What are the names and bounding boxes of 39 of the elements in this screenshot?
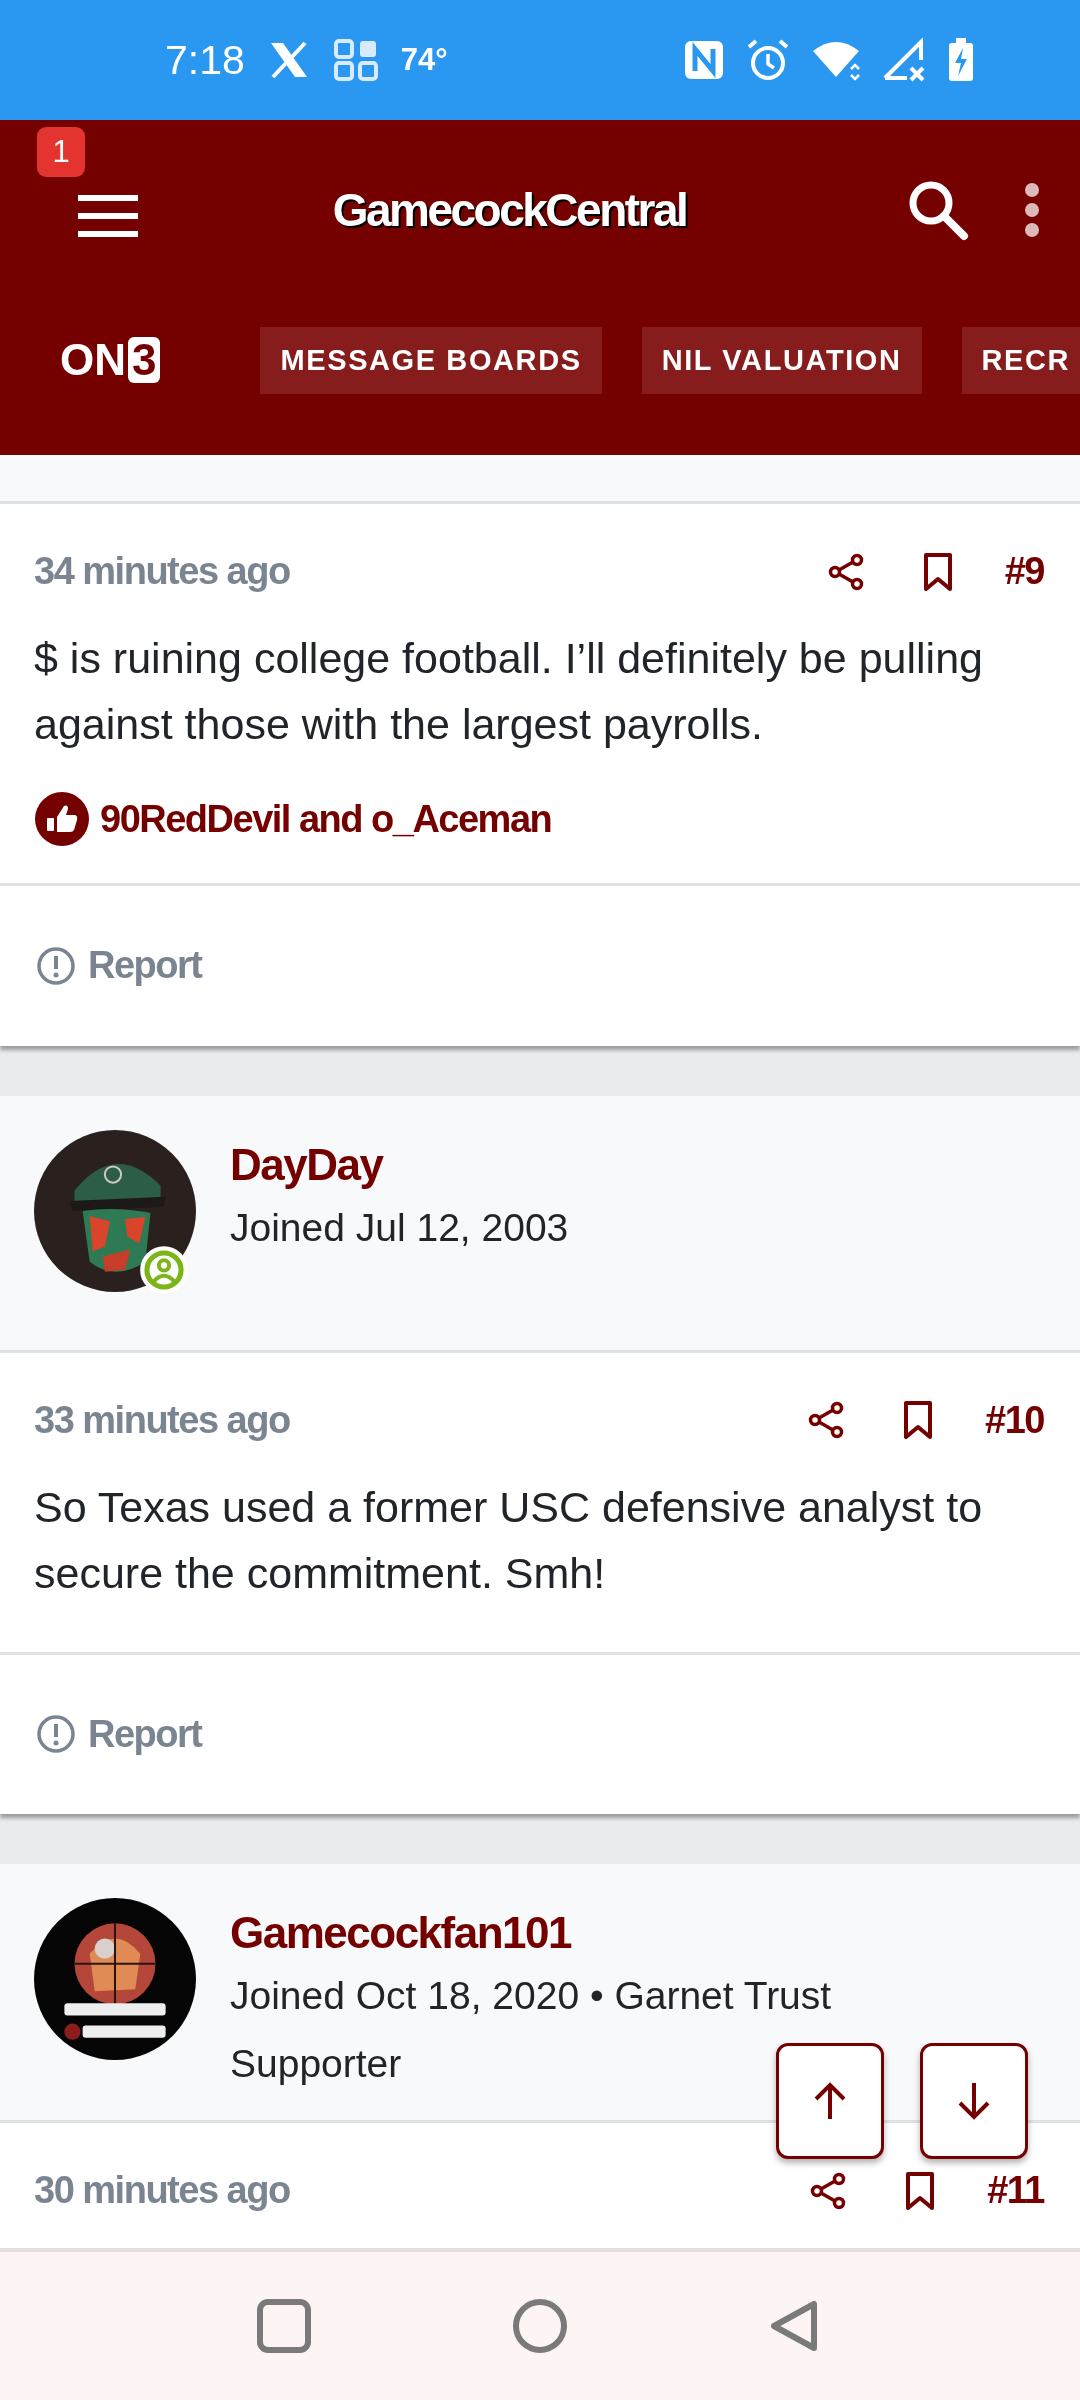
nav-tab[interactable]: NIL VALUATION bbox=[641, 326, 922, 394]
liked-by-link[interactable]: 90RedDevil and o_Aceman bbox=[100, 797, 552, 841]
scroll-down-button[interactable] bbox=[920, 2043, 1028, 2159]
scroll-up-button[interactable] bbox=[776, 2043, 884, 2159]
report-button[interactable]: Report bbox=[36, 944, 202, 987]
alert-icon bbox=[36, 945, 76, 986]
post-text: $ is ruining college football. I’ll definitely be pulling against those with the largest payrolls. bbox=[34, 633, 984, 750]
post-time: 34 minutes ago bbox=[34, 550, 291, 593]
alarm-icon bbox=[745, 37, 791, 83]
temperature: 74° bbox=[400, 42, 448, 78]
like-icon bbox=[34, 791, 90, 847]
more-options-icon[interactable] bbox=[1022, 180, 1042, 240]
home-icon[interactable] bbox=[512, 2298, 568, 2354]
alert-icon bbox=[36, 1714, 76, 1754]
post-time: 33 minutes ago bbox=[34, 1398, 291, 1442]
author-details: Joined Oct 18, 2020 • Garnet Trust Supporter bbox=[230, 1973, 833, 2087]
author-name[interactable]: Gamecockfan101 bbox=[230, 1904, 990, 1962]
brand-logo[interactable]: ON 3 bbox=[60, 335, 161, 385]
recent-apps-icon[interactable] bbox=[256, 2298, 312, 2354]
online-status-icon bbox=[139, 1244, 189, 1295]
post-number[interactable]: #10 bbox=[985, 1398, 1044, 1442]
nfc-icon bbox=[683, 39, 725, 81]
author-details: Joined Jul 12, 2003 bbox=[230, 1204, 570, 1251]
post-number[interactable]: #9 bbox=[1004, 550, 1044, 593]
post-text: So Texas used a former USC defensive analyst to secure the commitment. Smh! bbox=[34, 1481, 984, 1599]
report-button[interactable]: Report bbox=[36, 1712, 202, 1756]
author-name[interactable]: DayDay bbox=[230, 1135, 990, 1194]
nav-tab[interactable]: RECR bbox=[961, 326, 1080, 394]
menu-icon[interactable] bbox=[75, 193, 141, 239]
signal-icon bbox=[881, 38, 927, 82]
post-time: 30 minutes ago bbox=[34, 2169, 291, 2212]
widgets-icon bbox=[332, 38, 379, 82]
notification-badge: 1 bbox=[37, 127, 85, 177]
nav-tab[interactable]: MESSAGE BOARDS bbox=[260, 326, 602, 394]
post-number[interactable]: #11 bbox=[987, 2169, 1044, 2212]
battery-charging-icon bbox=[947, 37, 975, 83]
wifi-icon bbox=[811, 39, 861, 81]
clock-time: 7:18 bbox=[165, 36, 245, 84]
site-logo[interactable]: GamecockCentral bbox=[173, 183, 846, 237]
